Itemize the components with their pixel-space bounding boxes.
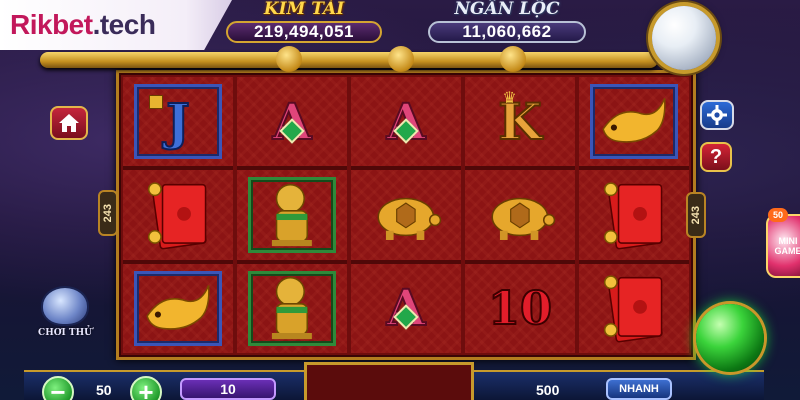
symbol-letter: J [165, 91, 191, 151]
gear-icon [707, 105, 727, 125]
jackpot-kim-tai: KIM TÀI 219,494,051 [226, 0, 382, 48]
symbol-golden-turtle [351, 170, 461, 260]
ways-indicator-right: 243 [686, 192, 706, 238]
spin-orb-button[interactable] [696, 304, 764, 372]
settings-button[interactable] [700, 100, 734, 130]
jackpot-title: KIM TÀI [263, 0, 345, 19]
foo-dog-icon [272, 183, 312, 246]
spin-button-area[interactable] [304, 362, 474, 400]
jackpot-value: 219,494,051 [226, 21, 382, 43]
logo-tld: .tech [92, 9, 156, 40]
bet-increase-button[interactable]: + [130, 376, 162, 400]
reel [579, 77, 689, 353]
symbol-golden-foo-dog [237, 170, 347, 260]
dragon-head-ornament [388, 46, 414, 72]
symbol-red-envelope [579, 170, 689, 260]
dragon-head-ornament [276, 46, 302, 72]
ways-count: 243 [102, 203, 114, 223]
golden-carp-icon [602, 98, 666, 143]
dragon-head-ornament [500, 46, 526, 72]
symbol-j: J [123, 77, 233, 167]
symbol-10: 10 [465, 263, 575, 353]
symbol-letter: 10 [487, 281, 553, 336]
jackpot-value: 11,060,662 [428, 21, 586, 43]
red-envelope-icon [148, 181, 207, 250]
symbol-a: A [351, 77, 461, 167]
money-toad-icon [41, 286, 89, 326]
mini-game-badge: 50 [768, 208, 788, 222]
golden-carp-icon [146, 284, 210, 330]
symbol-k: ♛ K [465, 77, 575, 167]
red-envelope-icon [604, 181, 663, 250]
trial-play-label: CHƠI THỬ [38, 328, 92, 338]
reel: J [123, 77, 233, 353]
red-envelope-icon [604, 275, 663, 343]
home-button[interactable] [50, 106, 88, 140]
home-icon [59, 114, 79, 132]
bet-decrease-button[interactable]: − [42, 376, 74, 400]
ways-count: 243 [690, 205, 702, 225]
pearl-ornament [652, 6, 716, 70]
symbol-golden-turtle [465, 170, 575, 260]
reel: A A [351, 77, 461, 353]
site-logo: Rikbet .tech [0, 0, 232, 50]
lines-selector[interactable]: 10 [180, 378, 276, 400]
symbol-golden-carp [123, 263, 233, 353]
ways-indicator-left: 243 [98, 190, 118, 236]
mini-game-label: MINI [778, 236, 798, 246]
reel: ♛ K 10 [465, 77, 575, 353]
symbol-red-envelope [123, 170, 233, 260]
trial-play-button[interactable]: CHƠI THỬ [34, 286, 96, 352]
crown-icon: ♛ [502, 87, 517, 107]
turtle-icon [377, 197, 442, 240]
bet-value: 50 [96, 382, 112, 398]
symbol-golden-carp [579, 77, 689, 167]
mini-game-label: GAME [774, 246, 800, 256]
logo-brand: Rikbet [10, 9, 93, 40]
symbol-a: A [237, 77, 347, 167]
symbol-golden-foo-dog [237, 263, 347, 353]
jackpot-title: NGÂN LỘC [454, 0, 560, 19]
gold-beam [40, 52, 658, 68]
symbol-a: A [351, 263, 461, 353]
reel: A [237, 77, 347, 353]
fast-spin-button[interactable]: NHANH [606, 378, 672, 400]
reel-grid: J A [116, 70, 696, 360]
mini-game-button[interactable]: 50 MINI GAME [766, 208, 800, 278]
dice-icon [149, 94, 164, 109]
help-button[interactable]: ? [700, 142, 732, 172]
jackpot-ngan-loc: NGÂN LỘC 11,060,662 [428, 0, 586, 48]
total-bet-value: 500 [536, 382, 560, 398]
turtle-icon [491, 197, 556, 240]
foo-dog-icon [272, 276, 312, 340]
symbol-red-envelope [579, 263, 689, 353]
